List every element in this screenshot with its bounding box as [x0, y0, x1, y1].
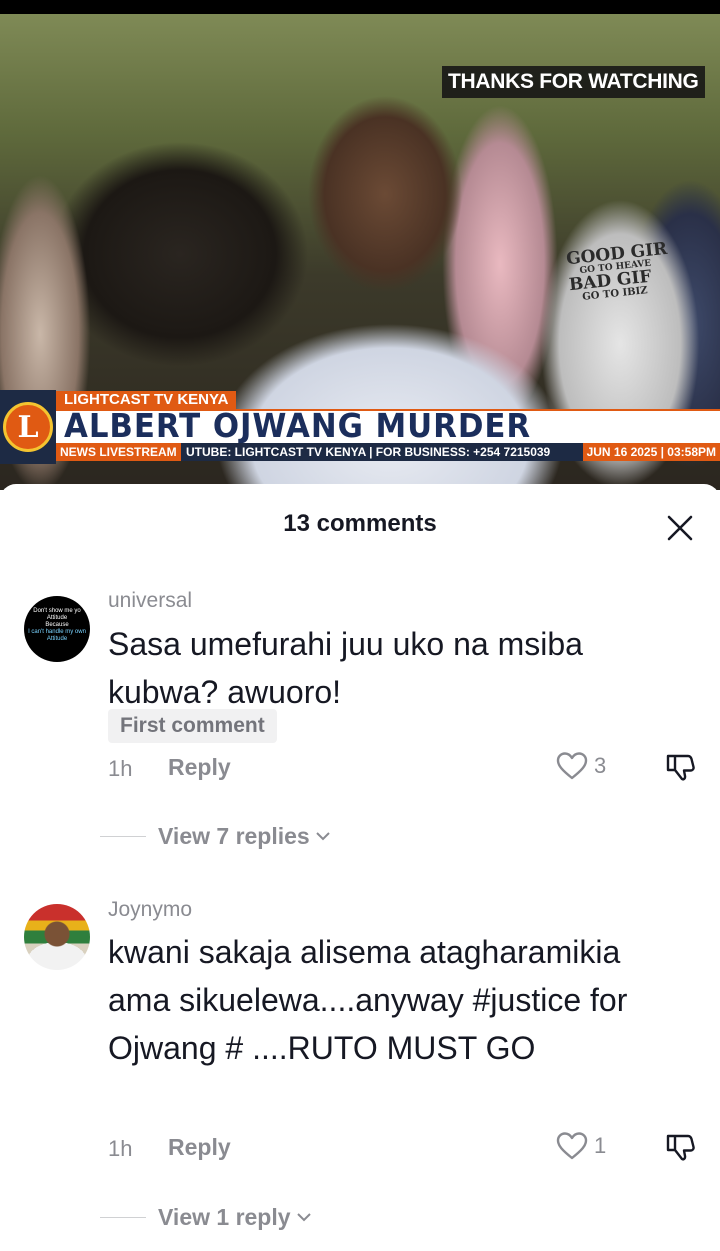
ticker-text: UTUBE: LIGHTCAST TV KENYA | FOR BUSINESS…	[186, 445, 551, 459]
replies-divider	[100, 1216, 146, 1218]
thumbs-down-icon	[666, 754, 695, 781]
shirt-print: GOOD GIR GO TO HEAVE BAD GIF GO TO IBIZ	[565, 238, 669, 303]
comment-text: kwani sakaja alisema atagharamikia ama s…	[108, 934, 628, 1066]
news-ticker: NEWS LIVESTREAM UTUBE: LIGHTCAST TV KENY…	[56, 443, 720, 461]
logo-letter: L	[3, 402, 53, 452]
comment-time: 1h	[108, 756, 133, 781]
chevron-down-icon	[316, 832, 330, 841]
comments-count-title: 13 comments	[283, 510, 437, 537]
avatar[interactable]	[24, 904, 90, 970]
comments-sheet: 13 comments Don't show me yo Attitude Be…	[0, 484, 720, 1251]
first-comment-badge: First comment	[108, 709, 277, 743]
comment-text: Sasa umefurahi juu uko na msiba kubwa? a…	[108, 626, 583, 710]
view-replies-button[interactable]: View 1 reply	[100, 1200, 313, 1234]
comment-username[interactable]: Joynymo	[108, 898, 192, 922]
close-button[interactable]	[662, 510, 698, 546]
comment-username[interactable]: universal	[108, 589, 192, 613]
comment-time: 1h	[108, 1136, 133, 1161]
heart-icon	[556, 752, 588, 780]
view-replies-button[interactable]: View 7 replies	[100, 819, 332, 853]
heart-icon	[556, 1132, 588, 1160]
thanks-for-watching-overlay: THANKS FOR WATCHING	[442, 66, 705, 98]
like-count: 3	[594, 753, 607, 778]
like-button[interactable]: 3	[556, 748, 606, 784]
reply-button[interactable]: Reply	[168, 1134, 231, 1161]
like-button[interactable]: 1	[556, 1128, 606, 1164]
status-bar-strip	[0, 0, 720, 14]
avatar[interactable]: Don't show me yo Attitude Because I can'…	[24, 596, 90, 662]
ticker-tag: NEWS LIVESTREAM	[56, 443, 181, 461]
chevron-down-icon	[296, 1213, 311, 1222]
reply-button[interactable]: Reply	[168, 754, 231, 781]
close-icon	[667, 515, 693, 541]
channel-logo: L	[0, 390, 56, 464]
dislike-button[interactable]	[662, 748, 698, 784]
like-count: 1	[594, 1133, 607, 1158]
thumbs-down-icon	[666, 1134, 695, 1161]
news-headline: ALBERT OJWANG MURDER	[64, 406, 532, 445]
ticker-date: JUN 16 2025 | 03:58PM	[582, 443, 720, 461]
replies-divider	[100, 835, 146, 837]
dislike-button[interactable]	[662, 1128, 698, 1164]
